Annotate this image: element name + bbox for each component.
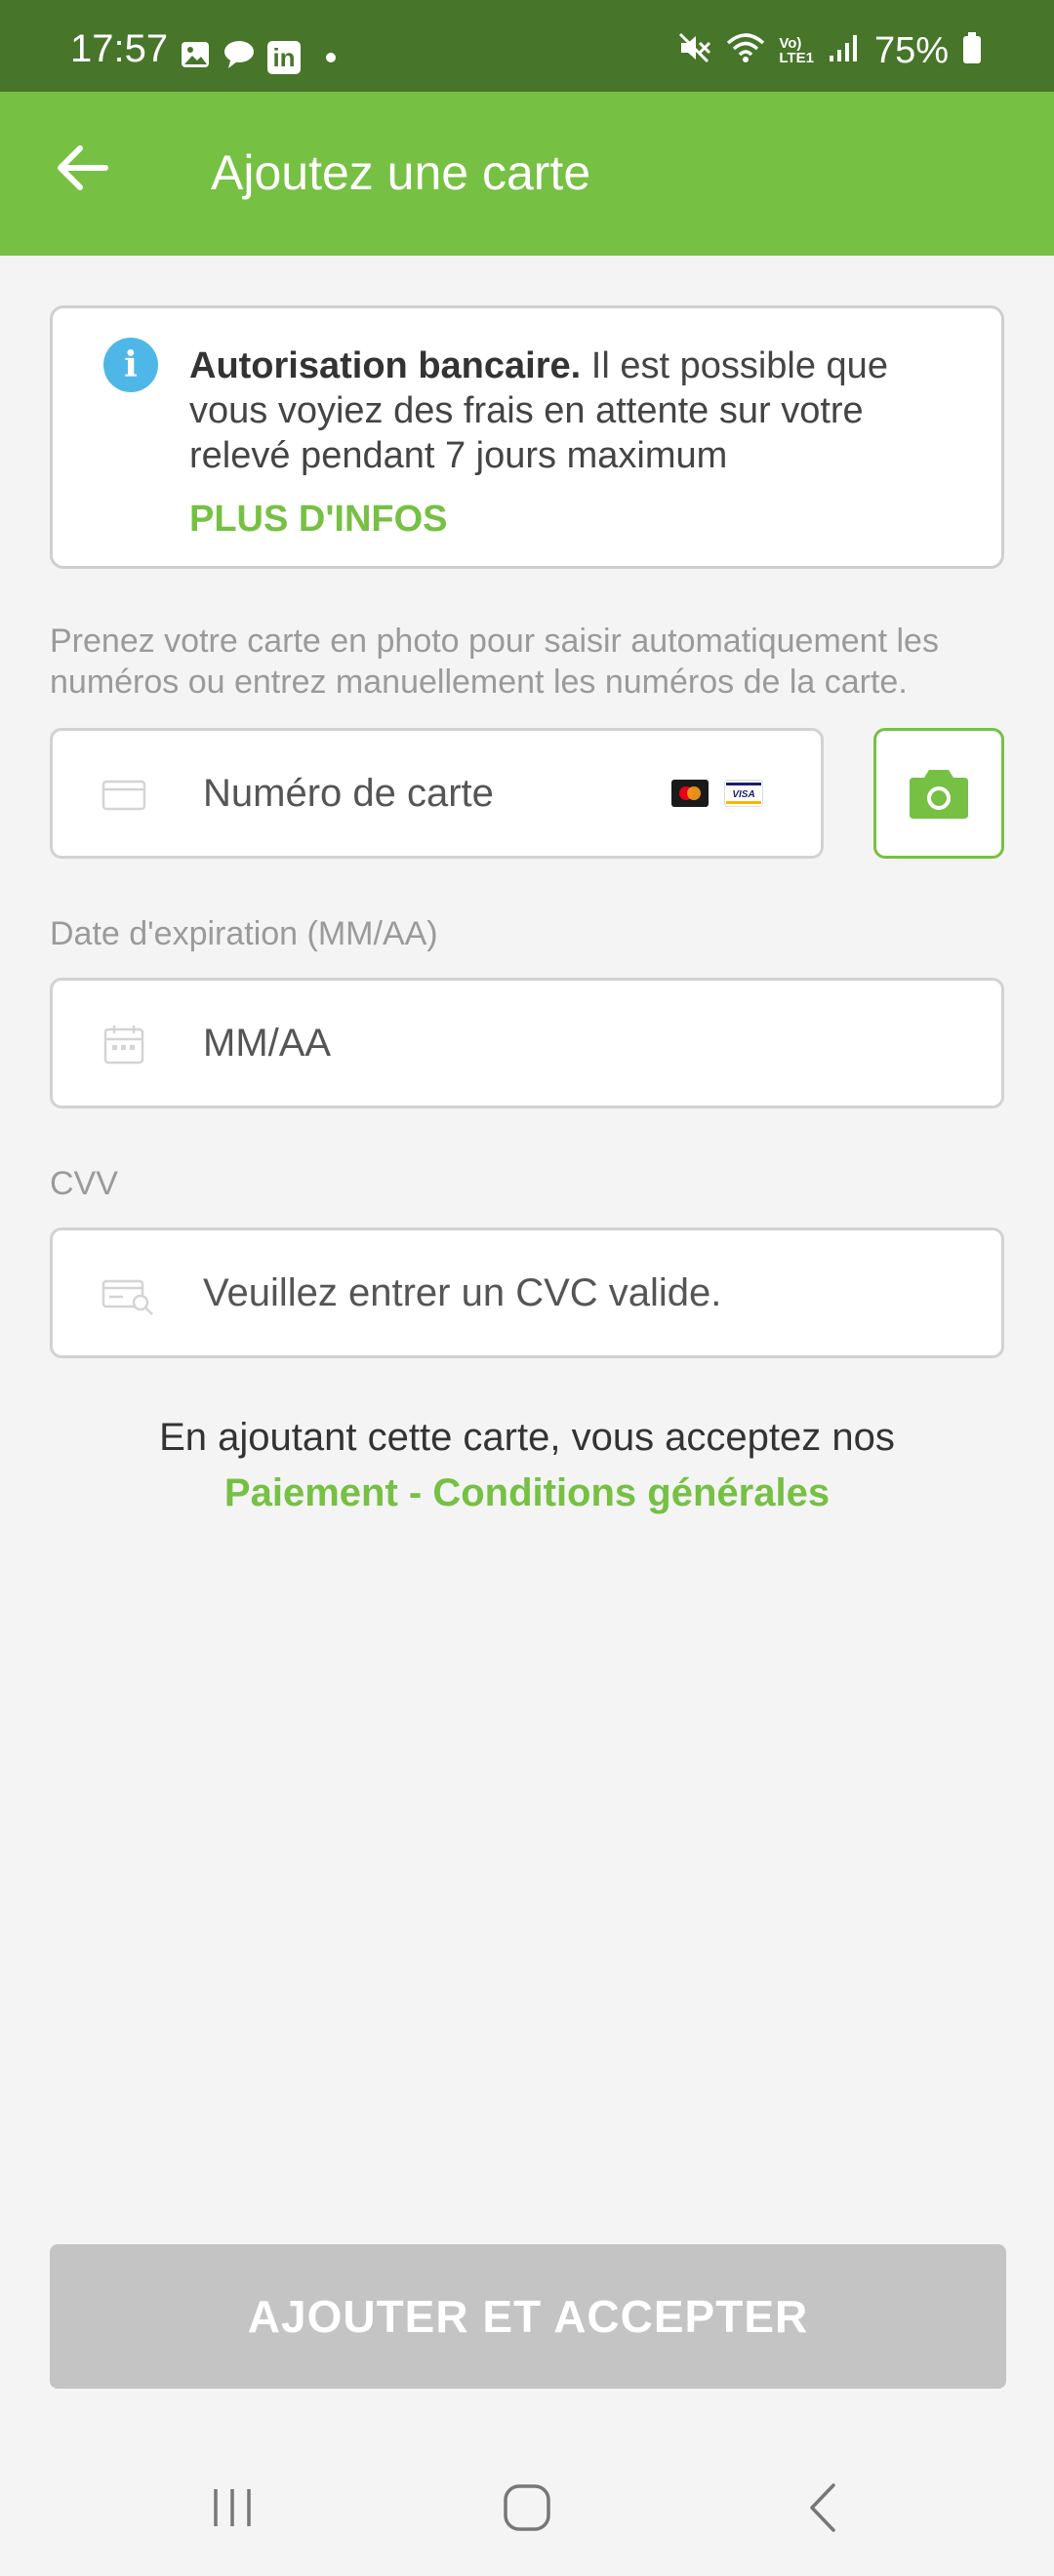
terms-link-row: Paiement - Conditions générales — [0, 1473, 1054, 1512]
gallery-icon — [180, 39, 211, 75]
status-time: 17:57 — [70, 27, 169, 70]
chat-icon — [223, 39, 256, 75]
volte-label: Vo) — [779, 34, 802, 52]
terms-text: En ajoutant cette carte, vous acceptez n… — [159, 1416, 895, 1459]
bank-authorization-notice: i Autorisation bancaire. Il est possible… — [50, 305, 1004, 569]
linkedin-icon: in — [267, 40, 301, 74]
system-icons: Vo) LTE1 75% — [677, 31, 982, 69]
expiry-field[interactable]: MM/AA — [50, 978, 1004, 1108]
recents-icon — [214, 2489, 251, 2526]
signal-icon — [828, 32, 861, 68]
camera-icon — [910, 770, 968, 819]
card-number-placeholder: Numéro de carte — [203, 771, 494, 815]
mute-icon — [677, 31, 712, 69]
card-number-field[interactable]: Numéro de carte VISA — [50, 728, 824, 859]
home-icon — [504, 2484, 550, 2531]
calendar-icon — [103, 1026, 144, 1065]
more-info-link[interactable]: PLUS D'INFOS — [189, 499, 448, 541]
home-button[interactable] — [488, 2469, 566, 2547]
volte-icon: Vo) LTE1 — [779, 36, 814, 65]
system-nav-bar — [0, 2439, 1054, 2576]
helper-text: Prenez votre carte en photo pour saisir … — [50, 623, 939, 701]
visa-label: VISA — [732, 789, 754, 800]
notice-title: Autorisation bancaire. — [189, 345, 582, 386]
card-icon — [101, 780, 146, 811]
info-icon: i — [103, 338, 158, 392]
cvv-label: CVV — [50, 1165, 118, 1202]
payment-terms-link[interactable]: Paiement - Conditions générales — [224, 1471, 830, 1514]
chevron-left-icon — [810, 2483, 835, 2532]
cvv-field[interactable]: Veuillez entrer un CVC valide. — [50, 1228, 1004, 1358]
lte-label: LTE1 — [779, 49, 814, 66]
visa-icon: VISA — [724, 780, 763, 807]
notification-icons: in — [180, 39, 336, 75]
arrow-left-icon — [58, 145, 108, 190]
info-icon-glyph: i — [124, 344, 138, 385]
back-button[interactable] — [45, 131, 119, 205]
battery-percent: 75% — [873, 29, 949, 71]
linkedin-label: in — [272, 42, 296, 72]
card-search-icon — [101, 1279, 153, 1315]
expiry-label: Date d'expiration (MM/AA) — [50, 915, 438, 952]
add-and-accept-button[interactable]: AJOUTER ET ACCEPTER — [50, 2244, 1006, 2389]
back-nav-button[interactable] — [785, 2469, 863, 2547]
expiry-placeholder: MM/AA — [203, 1021, 332, 1065]
dot-icon — [326, 52, 336, 62]
recents-button[interactable] — [193, 2469, 271, 2547]
cvv-placeholder: Veuillez entrer un CVC valide. — [203, 1270, 722, 1314]
scan-card-button[interactable] — [873, 728, 1004, 859]
battery-icon — [962, 31, 982, 69]
app-bar: Ajoutez une carte — [0, 92, 1054, 256]
page-title: Ajoutez une carte — [211, 145, 591, 200]
wifi-icon — [726, 31, 765, 69]
notice-text: Autorisation bancaire. Il est possible q… — [189, 343, 970, 478]
mastercard-icon — [671, 780, 709, 807]
status-bar: 17:57 in Vo) LTE1 75% — [0, 0, 1054, 92]
